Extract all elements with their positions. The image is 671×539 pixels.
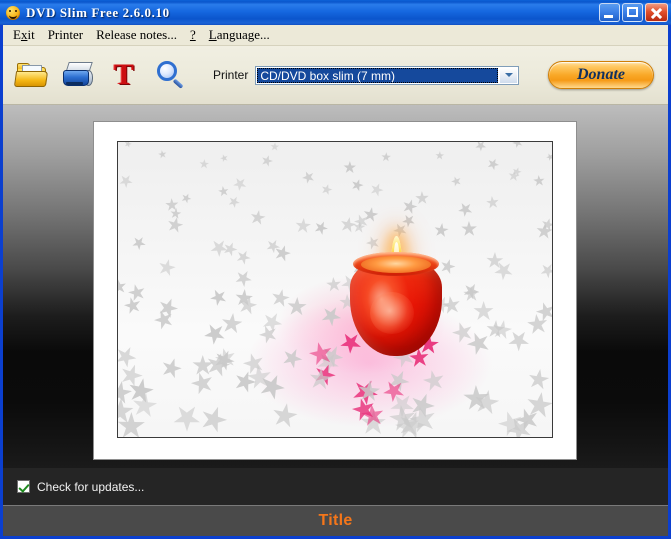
candle-holder: [350, 236, 442, 356]
updates-row: Check for updates...: [3, 468, 668, 505]
menu-bar: Exit Printer Release notes... ? Language…: [3, 25, 668, 46]
printer-select-value: CD/DVD box slim (7 mm): [257, 67, 499, 83]
check-for-updates-checkbox[interactable]: [17, 480, 30, 493]
menu-item-release-notes[interactable]: Release notes...: [90, 25, 184, 45]
preview-workspace[interactable]: [3, 105, 668, 468]
donate-button[interactable]: Donate: [548, 61, 654, 89]
status-bar: Title: [3, 505, 668, 536]
close-icon[interactable]: [645, 3, 668, 22]
printer-select[interactable]: CD/DVD box slim (7 mm): [255, 65, 520, 85]
window-controls: [599, 3, 668, 22]
minimize-icon[interactable]: [599, 3, 620, 22]
chevron-down-icon[interactable]: [499, 67, 518, 83]
window-title: DVD Slim Free 2.6.0.10: [26, 4, 170, 20]
magnifier-icon[interactable]: [153, 58, 187, 92]
printer-icon[interactable]: [61, 58, 95, 92]
menu-item-help[interactable]: ?: [184, 25, 203, 45]
title-bar: DVD Slim Free 2.6.0.10: [0, 0, 671, 25]
menu-item-exit[interactable]: Exit: [7, 25, 42, 45]
toolbar: T Printer CD/DVD box slim (7 mm) Donate: [3, 46, 668, 105]
smiley-face-icon: [4, 4, 22, 22]
check-for-updates-label[interactable]: Check for updates...: [37, 480, 144, 494]
photo-scene: [118, 142, 552, 437]
candle-photo[interactable]: [117, 141, 553, 438]
status-bar-title: Title: [318, 512, 353, 529]
preview-card[interactable]: [94, 122, 576, 459]
maximize-icon[interactable]: [622, 3, 643, 22]
toolbar-buttons: T: [13, 58, 187, 92]
text-t-icon[interactable]: T: [107, 58, 141, 92]
folder-open-icon[interactable]: [13, 58, 49, 92]
candle-wax: [361, 256, 431, 273]
menu-item-language[interactable]: Language...: [203, 25, 277, 45]
donate-button-label: Donate: [577, 66, 625, 83]
menu-item-printer[interactable]: Printer: [42, 25, 90, 45]
donate-area: Donate: [548, 61, 654, 89]
window-border-left: [0, 25, 3, 539]
printer-label: Printer: [213, 68, 249, 82]
printer-selector-group: Printer CD/DVD box slim (7 mm): [213, 65, 520, 85]
application-window: DVD Slim Free 2.6.0.10 Exit Printer Rele…: [0, 0, 671, 539]
